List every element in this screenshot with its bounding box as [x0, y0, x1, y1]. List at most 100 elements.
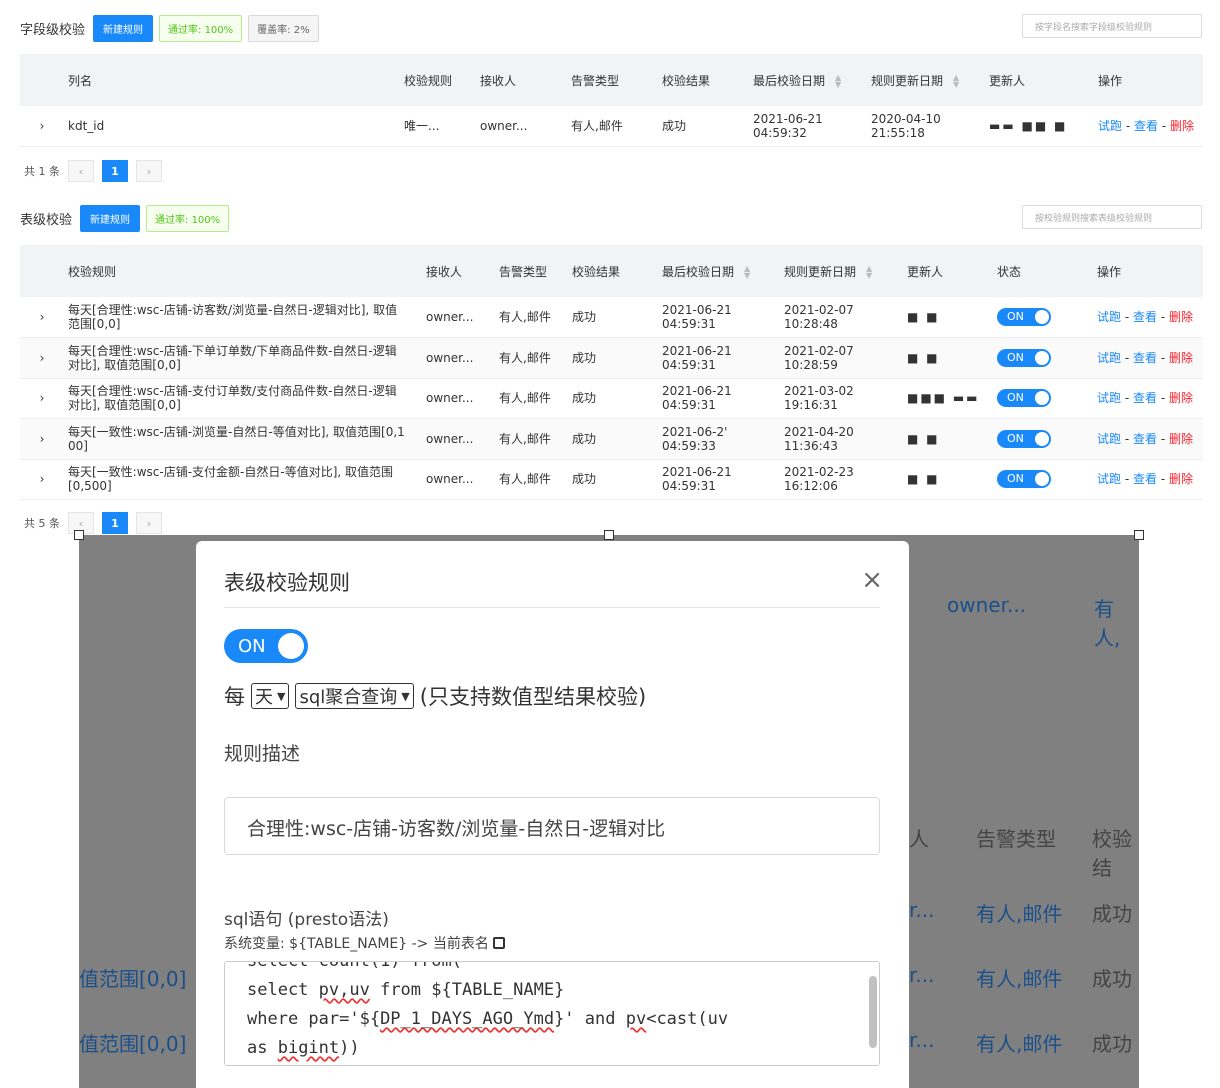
column-header: 告警类型 [495, 245, 568, 297]
expand-chevron-icon[interactable]: › [20, 459, 64, 500]
view-link[interactable]: 查看 [1133, 351, 1157, 365]
delete-link[interactable]: 删除 [1169, 310, 1193, 324]
scrollbar[interactable] [869, 976, 877, 1048]
delete-link[interactable]: 删除 [1170, 119, 1194, 133]
sql-editor[interactable]: select count(1) from( select pv,uv from … [224, 961, 880, 1066]
status-toggle[interactable]: ON [997, 470, 1051, 489]
table-row: › kdt_id 唯一... owner... 有人,邮件 成功 2021-06… [20, 106, 1203, 147]
field-new-rule-button[interactable]: 新建规则 [93, 15, 154, 42]
view-link[interactable]: 查看 [1133, 391, 1157, 405]
column-header-sortable[interactable]: 最后校验日期 ▲ ▼ [749, 54, 867, 106]
column-header: 接收人 [422, 245, 495, 297]
expand-chevron-icon[interactable]: › [20, 418, 64, 460]
sort-icon[interactable]: ▲ ▼ [835, 74, 841, 89]
updater-cell: ▬▬ ■■ ■ [985, 106, 1094, 147]
field-search-input[interactable]: 按字段名搜索字段级校验规则 [1022, 14, 1202, 38]
system-variable-hint: 系统变量: ${TABLE_NAME} -> 当前表名 [224, 933, 505, 953]
receiver-link[interactable]: owner... [422, 337, 495, 379]
delete-link[interactable]: 删除 [1169, 472, 1193, 486]
sort-icon[interactable]: ▲ ▼ [744, 265, 750, 280]
bg-header-result: 校验结 [1092, 827, 1132, 880]
rule-link[interactable]: 唯一... [400, 106, 476, 147]
expand-chevron-icon[interactable]: › [20, 106, 64, 147]
next-page-button[interactable]: › [136, 512, 162, 534]
resize-handle[interactable] [1134, 530, 1144, 540]
alert-type-link[interactable]: 有人,邮件 [495, 418, 568, 460]
close-icon[interactable]: × [861, 565, 883, 595]
view-link[interactable]: 查看 [1133, 472, 1157, 486]
frequency-select[interactable]: 天 ▼ [251, 683, 290, 709]
bg-owner-text: owner... [947, 593, 1027, 617]
view-link[interactable]: 查看 [1133, 432, 1157, 446]
page-button[interactable]: 1 [102, 512, 128, 534]
description-input[interactable]: 合理性:wsc-店铺-访客数/浏览量-自然日-逻辑对比 [224, 797, 880, 855]
receiver-link[interactable]: owner... [422, 418, 495, 460]
column-header: 操作 [1093, 245, 1203, 297]
view-link[interactable]: 查看 [1133, 310, 1157, 324]
view-link[interactable]: 查看 [1134, 119, 1158, 133]
rule-link[interactable]: 每天[合理性:wsc-店铺-访客数/浏览量-自然日-逻辑对比], 取值 范围[0,… [64, 297, 422, 338]
rule-link[interactable]: 每天[合理性:wsc-店铺-下单订单数/下单商品件数-自然日-逻辑 对比], 取值… [64, 337, 422, 379]
expand-chevron-icon[interactable]: › [20, 337, 64, 379]
status-toggle[interactable]: ON [997, 389, 1051, 408]
table-row: › 每天[合理性:wsc-店铺-支付订单数/支付商品件数-自然日-逻辑 对比], 取… [20, 378, 1203, 419]
receiver-link[interactable]: owner... [476, 106, 567, 147]
table-section-header: 表级校验 新建规则 通过率: 100% [20, 205, 230, 232]
resize-handle[interactable] [74, 530, 84, 540]
alert-type-link[interactable]: 有人,邮件 [495, 337, 568, 379]
status-toggle[interactable]: ON [997, 348, 1051, 367]
last-check-cell: 2021-06-2' 04:59:33 [658, 418, 780, 460]
trial-run-link[interactable]: 试跑 [1097, 432, 1121, 446]
delete-link[interactable]: 删除 [1169, 432, 1193, 446]
receiver-link[interactable]: owner... [422, 297, 495, 338]
trial-run-link[interactable]: 试跑 [1097, 472, 1121, 486]
column-header-sortable[interactable]: 规则更新日期 ▲ ▼ [780, 245, 903, 297]
last-check-cell: 2021-06-21 04:59:32 [749, 106, 867, 147]
column-header-sortable[interactable]: 规则更新日期 ▲ ▼ [867, 54, 985, 106]
sort-icon[interactable]: ▲ ▼ [866, 265, 872, 280]
updater-cell: ■ ■ [903, 418, 993, 460]
page-button[interactable]: 1 [102, 160, 128, 182]
column-header: 列名 [64, 54, 400, 106]
table-search-input[interactable]: 按校验规则搜索表级校验规则 [1022, 205, 1202, 229]
query-type-select[interactable]: sql聚合查询 ▼ [295, 683, 414, 709]
expand-chevron-icon[interactable]: › [20, 378, 64, 419]
trial-run-link[interactable]: 试跑 [1098, 119, 1122, 133]
prev-page-button[interactable]: ‹ [68, 160, 94, 182]
divider [224, 607, 880, 608]
column-header: 校验结果 [658, 54, 749, 106]
next-page-button[interactable]: › [136, 160, 162, 182]
update-date-cell: 2021-02-07 10:28:48 [780, 297, 903, 338]
trial-run-link[interactable]: 试跑 [1097, 391, 1121, 405]
column-header-sortable[interactable]: 最后校验日期 ▲ ▼ [658, 245, 780, 297]
delete-link[interactable]: 删除 [1169, 351, 1193, 365]
trial-run-link[interactable]: 试跑 [1097, 310, 1121, 324]
alert-type-link[interactable]: 有人,邮件 [495, 297, 568, 338]
expand-chevron-icon[interactable]: › [20, 297, 64, 338]
field-pass-rate-badge: 通过率: 100% [159, 15, 243, 42]
sort-icon[interactable]: ▲ ▼ [953, 74, 959, 89]
bg-truncated-text: r... [909, 898, 935, 922]
alert-type-link[interactable]: 有人,邮件 [567, 106, 658, 147]
rule-link[interactable]: 每天[一致性:wsc-店铺-浏览量-自然日-等值对比], 取值范围[0,1 00] [64, 418, 422, 460]
alert-type-link[interactable]: 有人,邮件 [495, 459, 568, 500]
receiver-link[interactable]: owner... [422, 459, 495, 500]
column-header: 更新人 [903, 245, 993, 297]
trial-run-link[interactable]: 试跑 [1097, 351, 1121, 365]
copy-icon[interactable] [492, 937, 505, 949]
rule-enabled-toggle[interactable]: ON [224, 629, 308, 663]
total-count: 共 5 条 [24, 517, 60, 530]
bg-truncated-text: r... [909, 1028, 935, 1052]
resize-handle[interactable] [604, 530, 614, 540]
bg-result-text: 成功 [1092, 902, 1132, 926]
table-pagination: 共 5 条 ‹ 1 › [24, 512, 162, 534]
status-toggle[interactable]: ON [997, 429, 1051, 448]
table-new-rule-button[interactable]: 新建规则 [80, 205, 141, 232]
status-toggle[interactable]: ON [997, 308, 1051, 326]
alert-type-link[interactable]: 有人,邮件 [495, 378, 568, 419]
rule-link[interactable]: 每天[合理性:wsc-店铺-支付订单数/支付商品件数-自然日-逻辑 对比], 取值… [64, 378, 422, 419]
receiver-link[interactable]: owner... [422, 378, 495, 419]
result-cell: 成功 [568, 337, 658, 379]
delete-link[interactable]: 删除 [1169, 391, 1193, 405]
rule-link[interactable]: 每天[一致性:wsc-店铺-支付金额-自然日-等值对比], 取值范围 [0,500… [64, 459, 422, 500]
